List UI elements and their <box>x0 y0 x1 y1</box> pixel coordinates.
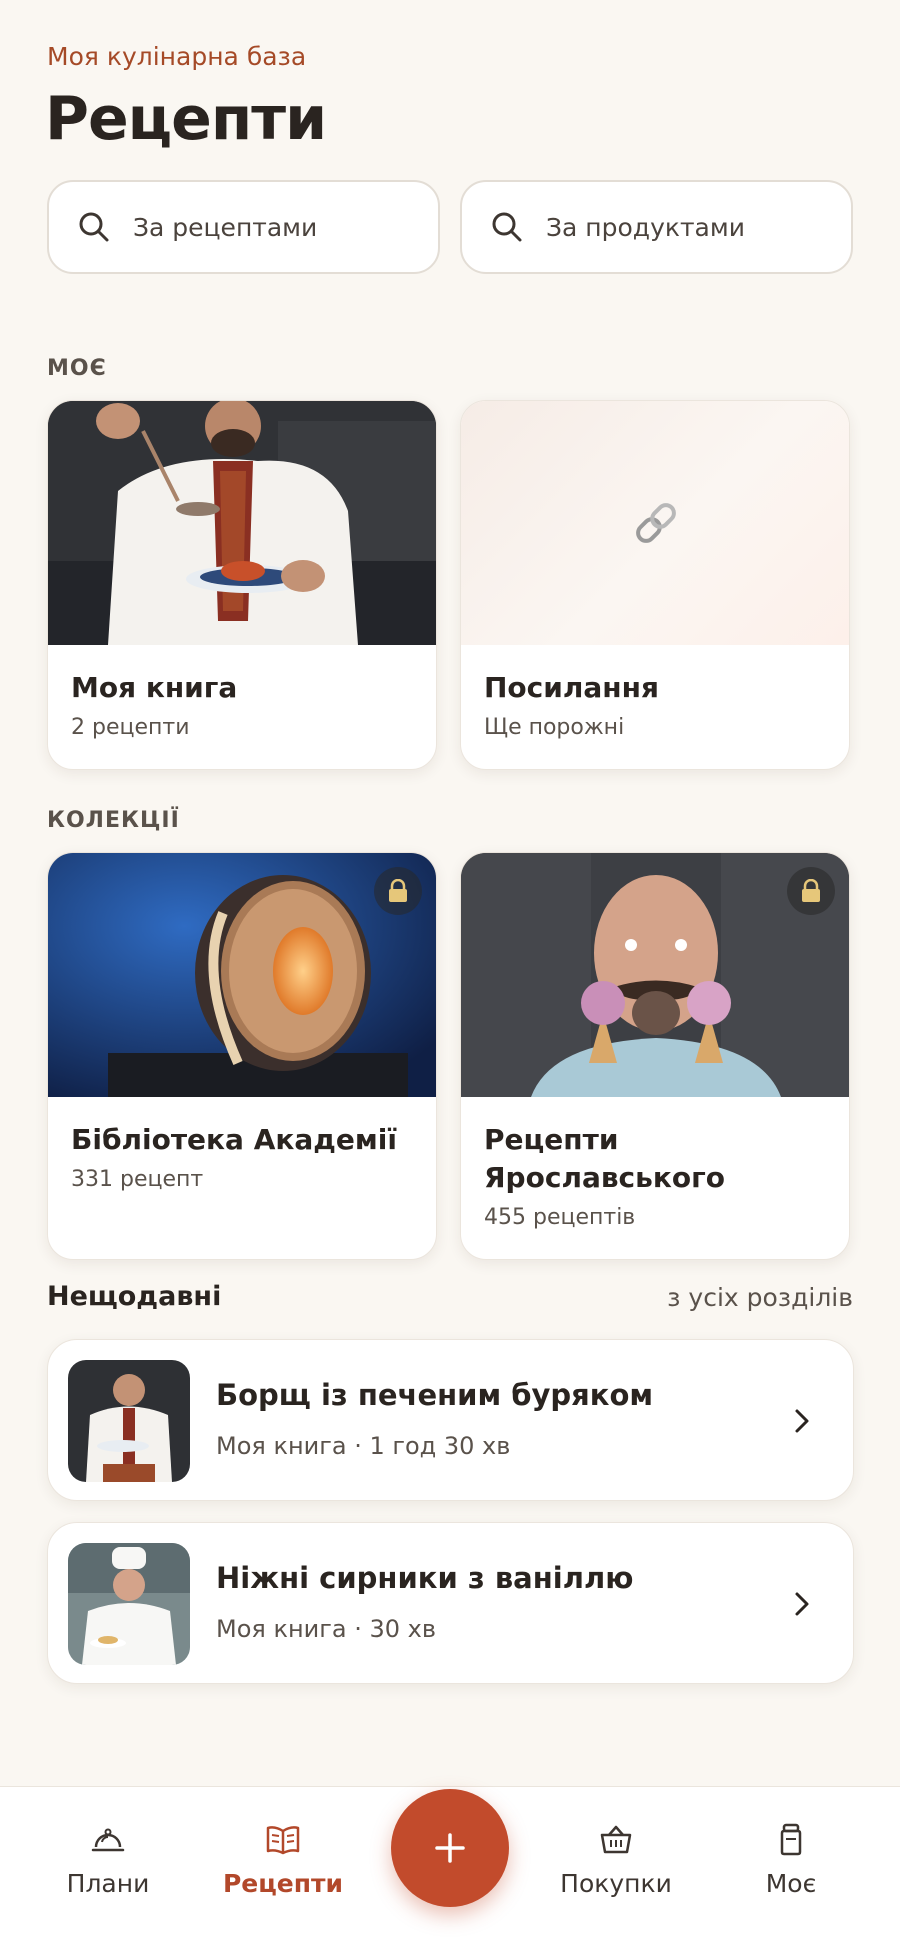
search-recipes-field[interactable]: За рецептами <box>47 180 440 274</box>
tab-label: Плани <box>66 1869 150 1898</box>
card-title: Рецепти Ярославського <box>484 1123 725 1194</box>
section-label-collections: КОЛЕКЦІЇ <box>47 808 180 833</box>
recipe-title: Ніжні сирники з ваніллю <box>216 1561 634 1595</box>
academy-library-image <box>48 853 436 1097</box>
my-book-image <box>48 401 436 645</box>
recipe-title: Борщ із печеним буряком <box>216 1378 654 1412</box>
chevron-right-icon <box>795 1592 809 1616</box>
card-title: Бібліотека Академії <box>71 1123 397 1156</box>
yaroslavsky-recipes-card[interactable]: Рецепти Ярославського 455 рецептів <box>460 852 850 1260</box>
tab-recipes[interactable]: Рецепти <box>203 1823 363 1898</box>
page-subtitle: Моя кулінарна база <box>47 42 307 71</box>
link-icon <box>636 503 676 543</box>
search-recipes-placeholder: За рецептами <box>133 212 318 242</box>
basket-icon <box>600 1825 632 1854</box>
search-products-field[interactable]: За продуктами <box>460 180 853 274</box>
links-image <box>461 401 849 645</box>
card-meta: 2 рецепти <box>71 715 190 740</box>
book-icon <box>266 1826 300 1855</box>
card-meta: 331 рецепт <box>71 1167 204 1192</box>
recipe-thumbnail <box>68 1360 190 1482</box>
recent-row[interactable]: Ніжні сирники з ваніллю Моя книга · 30 х… <box>47 1522 854 1684</box>
tab-label: Покупки <box>560 1869 672 1898</box>
yaroslavsky-image <box>461 853 849 1097</box>
recent-heading: Нещодавні <box>47 1281 222 1312</box>
card-meta: Ще порожні <box>484 715 625 740</box>
search-icon <box>79 212 109 242</box>
tab-plans[interactable]: Плани <box>28 1823 188 1898</box>
lock-icon <box>787 867 835 915</box>
card-meta: 455 рецептів <box>484 1205 636 1230</box>
tab-shopping[interactable]: Покупки <box>536 1823 696 1898</box>
tab-label: Рецепти <box>222 1869 344 1898</box>
recent-all-sections-link[interactable]: з усіх розділів <box>667 1283 853 1312</box>
my-book-card[interactable]: Моя книга 2 рецепти <box>47 400 437 770</box>
recipe-thumbnail <box>68 1543 190 1665</box>
search-icon <box>492 212 522 242</box>
tab-label: Моє <box>765 1869 817 1898</box>
lock-icon <box>374 867 422 915</box>
add-recipe-button[interactable] <box>391 1789 509 1907</box>
section-label-mine: МОЄ <box>47 356 107 381</box>
search-products-placeholder: За продуктами <box>546 212 745 242</box>
recipe-meta: Моя книга · 30 хв <box>216 1615 436 1643</box>
card-title: Моя книга <box>71 671 238 704</box>
page-title: Рецепти <box>45 84 327 154</box>
recipe-meta: Моя книга · 1 год 30 хв <box>216 1432 511 1460</box>
plus-icon <box>435 1833 465 1863</box>
chevron-right-icon <box>795 1409 809 1433</box>
cloche-icon <box>91 1828 125 1852</box>
recent-row[interactable]: Борщ із печеним буряком Моя книга · 1 го… <box>47 1339 854 1501</box>
tab-mine[interactable]: Моє <box>711 1823 871 1898</box>
academy-library-card[interactable]: Бібліотека Академії 331 рецепт <box>47 852 437 1260</box>
card-title: Посилання <box>484 671 659 704</box>
links-card[interactable]: Посилання Ще порожні <box>460 400 850 770</box>
jar-icon <box>780 1823 802 1856</box>
